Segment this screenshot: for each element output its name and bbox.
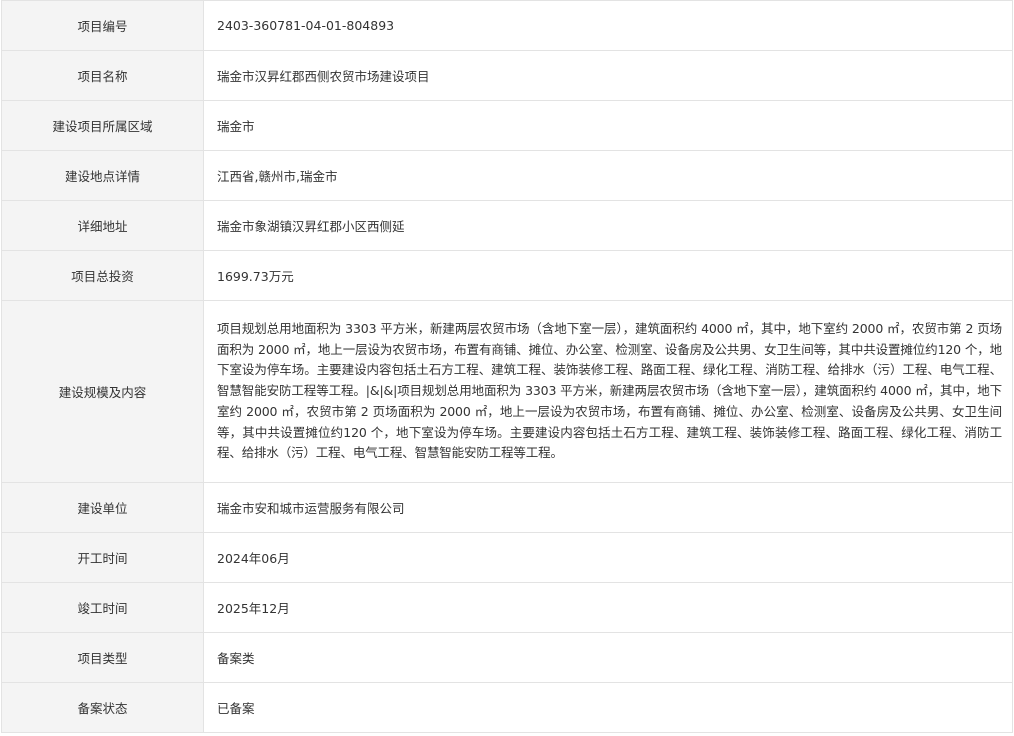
field-value: 2403-360781-04-01-804893 — [203, 0, 1013, 51]
row-project-region: 建设项目所属区域 瑞金市 — [1, 100, 1013, 151]
row-project-name: 项目名称 瑞金市汉昇红郡西侧农贸市场建设项目 — [1, 50, 1013, 101]
field-value: 江西省,赣州市,瑞金市 — [203, 150, 1013, 201]
row-detailed-address: 详细地址 瑞金市象湖镇汉昇红郡小区西侧延 — [1, 200, 1013, 251]
field-value: 已备案 — [203, 682, 1013, 733]
field-label: 建设规模及内容 — [1, 300, 204, 483]
row-filing-status: 备案状态 已备案 — [1, 682, 1013, 733]
row-construction-unit: 建设单位 瑞金市安和城市运营服务有限公司 — [1, 482, 1013, 533]
row-start-date: 开工时间 2024年06月 — [1, 532, 1013, 583]
row-construction-scope: 建设规模及内容 项目规划总用地面积为 3303 平方米，新建两层农贸市场（含地下… — [1, 300, 1013, 483]
field-value: 1699.73万元 — [203, 250, 1013, 301]
field-value: 瑞金市象湖镇汉昇红郡小区西侧延 — [203, 200, 1013, 251]
field-value: 项目规划总用地面积为 3303 平方米，新建两层农贸市场（含地下室一层），建筑面… — [203, 300, 1013, 483]
field-label: 建设地点详情 — [1, 150, 204, 201]
field-value: 瑞金市 — [203, 100, 1013, 151]
row-project-code: 项目编号 2403-360781-04-01-804893 — [1, 0, 1013, 51]
field-label: 竣工时间 — [1, 582, 204, 633]
field-label: 建设项目所属区域 — [1, 100, 204, 151]
project-info-table: 项目编号 2403-360781-04-01-804893 项目名称 瑞金市汉昇… — [1, 0, 1013, 733]
field-value: 2025年12月 — [203, 582, 1013, 633]
field-value: 瑞金市汉昇红郡西侧农贸市场建设项目 — [203, 50, 1013, 101]
field-label: 项目名称 — [1, 50, 204, 101]
row-total-investment: 项目总投资 1699.73万元 — [1, 250, 1013, 301]
field-label: 项目类型 — [1, 632, 204, 683]
row-project-type: 项目类型 备案类 — [1, 632, 1013, 683]
row-location-details: 建设地点详情 江西省,赣州市,瑞金市 — [1, 150, 1013, 201]
field-value: 瑞金市安和城市运营服务有限公司 — [203, 482, 1013, 533]
row-completion-date: 竣工时间 2025年12月 — [1, 582, 1013, 633]
field-label: 项目编号 — [1, 0, 204, 51]
field-label: 项目总投资 — [1, 250, 204, 301]
field-value: 备案类 — [203, 632, 1013, 683]
field-label: 开工时间 — [1, 532, 204, 583]
field-label: 建设单位 — [1, 482, 204, 533]
field-label: 备案状态 — [1, 682, 204, 733]
field-label: 详细地址 — [1, 200, 204, 251]
field-value: 2024年06月 — [203, 532, 1013, 583]
